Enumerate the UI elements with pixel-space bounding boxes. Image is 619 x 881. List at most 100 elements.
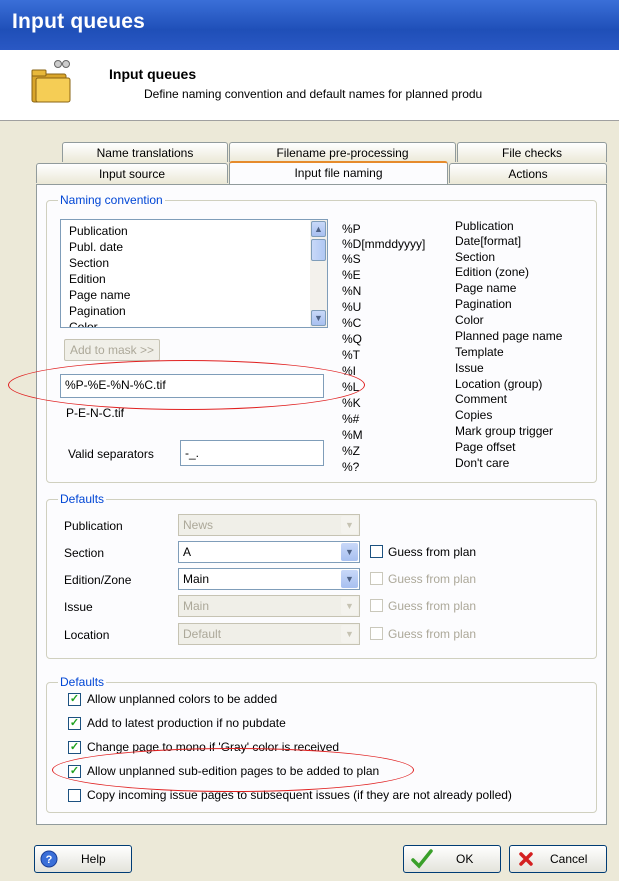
section-label: Section [64, 546, 105, 560]
help-label: Help [81, 852, 106, 866]
scroll-down-icon[interactable]: ▼ [311, 310, 326, 326]
chevron-down-icon[interactable]: ▼ [341, 625, 358, 643]
header-subtitle: Define naming convention and default nam… [144, 87, 483, 101]
allow-unplanned-colors-checkbox[interactable]: ✓ [68, 693, 81, 706]
code-text: %C [342, 316, 362, 330]
code-text: %D[mmddyyyy] [342, 237, 426, 251]
code-text: %K [342, 396, 361, 410]
header-title: Input queues [109, 66, 197, 82]
code-description: Page name [455, 281, 517, 295]
code-text: %E [342, 268, 361, 282]
checkmark-icon [411, 849, 433, 869]
list-item[interactable]: Publ. date [69, 240, 123, 255]
defaults-label: Defaults [58, 492, 107, 506]
chevron-down-icon[interactable]: ▼ [341, 570, 358, 588]
window-title: Input queues [12, 10, 146, 33]
cancel-button[interactable]: Cancel [509, 845, 607, 873]
code-text: %T [342, 348, 360, 362]
location-value: Default [183, 627, 222, 641]
code-description: Planned page name [455, 329, 563, 343]
list-item[interactable]: Section [69, 256, 109, 271]
allow-sub-edition-checkbox[interactable]: ✓ [68, 765, 81, 778]
edition-value: Main [183, 572, 210, 586]
code-text: %Z [342, 444, 360, 458]
copy-issue-pages-checkbox[interactable] [68, 789, 81, 802]
code-description: Don't care [455, 456, 510, 470]
code-description: Comment [455, 392, 508, 406]
tab-name-translations[interactable]: Name translations [62, 142, 228, 162]
cancel-label: Cancel [550, 852, 588, 866]
code-description: Edition (zone) [455, 265, 530, 279]
edition-guess-label: Guess from plan [388, 572, 477, 586]
allow-unplanned-colors-label: Allow unplanned colors to be added [87, 692, 278, 706]
code-description: Location (group) [455, 377, 543, 391]
scroll-thumb[interactable] [311, 239, 326, 261]
publication-value: News [183, 518, 214, 532]
code-description: Publication [455, 219, 514, 233]
listbox-scrollbar[interactable]: ▲ ▼ [310, 220, 327, 327]
section-guess-checkbox[interactable] [370, 545, 383, 558]
publication-label: Publication [64, 519, 123, 533]
issue-select[interactable]: Main ▼ [178, 595, 360, 617]
code-description: Issue [455, 361, 484, 375]
ok-label: OK [456, 852, 474, 866]
issue-guess-label: Guess from plan [388, 599, 477, 613]
svg-text:?: ? [46, 854, 53, 866]
change-mono-checkbox[interactable]: ✓ [68, 741, 81, 754]
code-text: %N [342, 284, 362, 298]
edition-select[interactable]: Main ▼ [178, 568, 360, 590]
folder-icon [31, 60, 71, 103]
ok-button[interactable]: OK [403, 845, 501, 873]
location-label: Location [64, 628, 110, 642]
field-listbox[interactable]: Publication Publ. date Section Edition P… [60, 219, 328, 328]
edition-guess-checkbox[interactable] [370, 572, 383, 585]
list-item[interactable]: Page name [69, 288, 130, 303]
code-text: %P [342, 222, 361, 236]
list-item[interactable]: Publication [69, 224, 128, 239]
code-description: Section [455, 250, 496, 264]
tab-filename-pre-processing[interactable]: Filename pre-processing [229, 142, 456, 162]
list-item[interactable]: Pagination [69, 304, 126, 319]
code-text: %U [342, 300, 362, 314]
location-guess-checkbox[interactable] [370, 627, 383, 640]
code-description: Mark group trigger [455, 424, 554, 438]
title-bar: Input queues [0, 0, 619, 50]
code-description: Pagination [455, 297, 512, 311]
tab-input-source[interactable]: Input source [36, 163, 228, 183]
section-value: A [183, 545, 192, 559]
code-text: %L [342, 380, 360, 394]
tab-input-file-naming[interactable]: Input file naming [229, 161, 448, 184]
location-guess-label: Guess from plan [388, 627, 477, 641]
code-text: %S [342, 252, 361, 266]
copy-issue-pages-label: Copy incoming issue pages to subsequent … [87, 788, 512, 802]
chevron-down-icon[interactable]: ▼ [341, 597, 358, 615]
code-text: %Q [342, 332, 363, 346]
edition-label: Edition/Zone [64, 573, 132, 587]
add-to-mask-button[interactable]: Add to mask >> [64, 339, 160, 361]
add-latest-production-checkbox[interactable]: ✓ [68, 717, 81, 730]
chevron-down-icon[interactable]: ▼ [341, 516, 358, 534]
allow-sub-edition-label: Allow unplanned sub-edition pages to be … [87, 764, 380, 778]
chevron-down-icon[interactable]: ▼ [341, 543, 358, 561]
code-description: Page offset [455, 440, 516, 454]
issue-label: Issue [64, 600, 93, 614]
code-description: Date[format] [455, 234, 522, 248]
scroll-up-icon[interactable]: ▲ [311, 221, 326, 237]
separators-input[interactable]: -_. [180, 440, 324, 466]
section-guess-label: Guess from plan [388, 545, 477, 559]
section-select[interactable]: A ▼ [178, 541, 360, 563]
list-item[interactable]: Edition [69, 272, 106, 287]
mask-input[interactable]: %P-%E-%N-%C.tif [60, 374, 324, 398]
separators-label: Valid separators [68, 447, 154, 461]
help-icon: ? [40, 850, 58, 868]
location-select[interactable]: Default ▼ [178, 623, 360, 645]
tab-file-checks[interactable]: File checks [457, 142, 607, 162]
publication-select[interactable]: News ▼ [178, 514, 360, 536]
code-text: %M [342, 428, 363, 442]
list-item[interactable]: Color [69, 320, 98, 327]
code-description: Template [455, 345, 504, 359]
issue-guess-checkbox[interactable] [370, 599, 383, 612]
help-button[interactable]: ? Help [34, 845, 132, 873]
tab-actions[interactable]: Actions [449, 163, 607, 183]
code-description: Color [455, 313, 484, 327]
